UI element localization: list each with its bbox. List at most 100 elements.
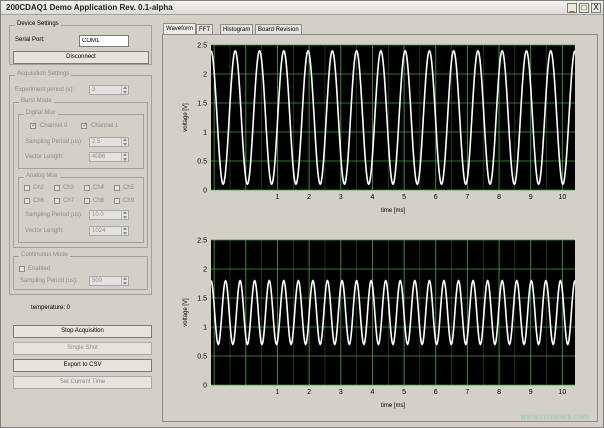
channel1-checkbox[interactable] xyxy=(81,121,88,129)
x-axis-label: time [ms] xyxy=(381,403,406,409)
analog-channel-label: Ch7 xyxy=(63,198,75,204)
spin-arrows-icon[interactable] xyxy=(121,211,128,219)
x-tick-label: 5 xyxy=(402,194,406,201)
digital-sampling-label: Sampling Period (us): xyxy=(25,139,83,145)
analog-sampling-value: 10.0 xyxy=(92,212,104,218)
channel0-checkbox[interactable] xyxy=(30,121,37,129)
analog-channel-checkbox-ch3[interactable] xyxy=(54,185,60,191)
y-tick-label: 2 xyxy=(203,72,207,79)
maximize-button[interactable]: □ xyxy=(579,3,589,13)
y-tick-label: 1.5 xyxy=(197,101,207,108)
analog-channel-label: Ch4 xyxy=(93,185,105,191)
serial-port-label: Serial Port: xyxy=(15,37,45,43)
continuous-sampling-label: Sampling Period (us): xyxy=(20,278,78,284)
x-tick-label: 1 xyxy=(276,194,280,201)
continuous-mode-label: Continuous Mode xyxy=(19,252,71,258)
digital-vector-value: 4096 xyxy=(92,154,106,160)
spin-arrows-icon[interactable] xyxy=(121,86,128,94)
x-tick-label: 6 xyxy=(434,389,438,396)
waveform-panel: 1 2 3 4 5 6 7 8 9 10 0 0.5 1 1.5 2 2.5 time [ms] voltage … xyxy=(162,34,598,422)
y-tick-label: 2.5 xyxy=(197,43,207,50)
waveform-chart-top: 1 2 3 4 5 6 7 8 9 10 0 0.5 1 1.5 2 2.5 time [ms] voltage … xyxy=(183,43,576,214)
analog-channel-label: Ch5 xyxy=(123,185,135,191)
spin-arrows-icon[interactable] xyxy=(121,153,128,161)
x-tick-label: 8 xyxy=(497,389,501,396)
analog-mux-label: Analog Mux xyxy=(24,173,60,179)
x-tick-label: 7 xyxy=(465,194,469,201)
x-tick-label: 5 xyxy=(402,389,406,396)
y-tick-label: 2 xyxy=(203,267,207,274)
spin-arrows-icon[interactable] xyxy=(121,227,128,235)
analog-channel-checkbox-ch7[interactable] xyxy=(54,198,60,204)
y-tick-label: 2.5 xyxy=(197,238,207,245)
channel1-label: Channel 1 xyxy=(91,123,119,129)
x-tick-label: 10 xyxy=(558,389,566,396)
y-axis-label: voltage [V] xyxy=(183,298,189,327)
analog-vector-value: 1024 xyxy=(92,228,106,234)
spin-arrows-icon[interactable] xyxy=(121,277,128,285)
analog-channel-checkbox-ch8[interactable] xyxy=(84,198,90,204)
analog-channel-checkbox-ch9[interactable] xyxy=(114,198,120,204)
watermark: www.cntronics.com xyxy=(520,412,589,421)
temperature-readout: temperature: 0 xyxy=(31,305,71,311)
analog-channel-checkbox-ch6[interactable] xyxy=(24,198,30,204)
y-tick-label: 0 xyxy=(203,383,207,390)
analog-channel-label: Ch9 xyxy=(123,198,135,204)
analog-vector-spinner[interactable]: 1024 xyxy=(89,226,129,236)
analog-sampling-label: Sampling Period (us): xyxy=(25,212,83,218)
export-csv-button[interactable]: Export to CSV xyxy=(13,359,152,372)
acquisition-settings-label: Acquisition Settings xyxy=(15,71,72,77)
analog-channel-checkbox-ch2[interactable] xyxy=(24,185,30,191)
app-window: 200CDAQ1 Demo Application Rev. 0.1-alpha… xyxy=(0,0,604,428)
experiment-period-spinner[interactable]: 3 xyxy=(89,85,129,95)
x-tick-label: 9 xyxy=(529,389,533,396)
x-tick-label: 2 xyxy=(307,194,311,201)
x-tick-label: 2 xyxy=(307,389,311,396)
single-shot-button[interactable]: Single Shot xyxy=(13,342,152,355)
digital-sampling-value: 2.5 xyxy=(92,139,101,145)
minimize-button[interactable]: _ xyxy=(567,3,577,13)
disconnect-button[interactable]: Disconnect xyxy=(13,51,149,64)
burst-mode-label: Burst Mode xyxy=(19,98,54,104)
close-button[interactable]: X xyxy=(591,3,601,13)
x-tick-label: 9 xyxy=(529,194,533,201)
y-tick-label: 0 xyxy=(203,188,207,195)
analog-vector-label: Vector Length: xyxy=(25,228,64,234)
waveform-chart-bottom: 1 2 3 4 5 6 7 8 9 10 0 0.5 1 1.5 2 2.5 time [ms] voltage … xyxy=(183,238,576,409)
analog-channel-label: Ch6 xyxy=(33,198,45,204)
digital-vector-spinner[interactable]: 4096 xyxy=(89,152,129,162)
digital-sampling-spinner[interactable]: 2.5 xyxy=(89,137,129,147)
x-tick-label: 4 xyxy=(370,389,374,396)
x-tick-label: 8 xyxy=(497,194,501,201)
continuous-sampling-spinner[interactable]: 500 xyxy=(89,276,129,286)
analog-channel-label: Ch3 xyxy=(63,185,75,191)
x-tick-label: 6 xyxy=(434,194,438,201)
analog-channel-label: Ch2 xyxy=(33,185,45,191)
digital-vector-label: Vector Length: xyxy=(25,154,64,160)
x-tick-label: 7 xyxy=(465,389,469,396)
spin-arrows-icon[interactable] xyxy=(121,138,128,146)
analog-channel-checkbox-ch5[interactable] xyxy=(114,185,120,191)
device-settings-label: Device Settings xyxy=(15,21,61,27)
stop-acquisition-button[interactable]: Stop Acquisition xyxy=(13,325,152,338)
set-current-time-button[interactable]: Set Current Time xyxy=(13,376,152,389)
continuous-sampling-value: 500 xyxy=(92,278,103,284)
x-tick-label: 1 xyxy=(276,389,280,396)
channel0-label: Channel 0 xyxy=(40,123,68,129)
serial-port-input[interactable] xyxy=(79,35,129,47)
x-tick-label: 4 xyxy=(370,194,374,201)
x-tick-label: 3 xyxy=(339,194,343,201)
title-bar[interactable]: 200CDAQ1 Demo Application Rev. 0.1-alpha… xyxy=(1,1,603,15)
y-tick-label: 0.5 xyxy=(197,354,207,361)
x-axis-label: time [ms] xyxy=(381,208,406,214)
y-tick-label: 1 xyxy=(203,130,207,137)
x-tick-label: 10 xyxy=(558,194,566,201)
analog-channel-checkbox-ch4[interactable] xyxy=(84,185,90,191)
continuous-enabled-label: Enabled xyxy=(28,266,51,272)
window-title: 200CDAQ1 Demo Application Rev. 0.1-alpha xyxy=(6,3,173,12)
analog-channel-label: Ch8 xyxy=(93,198,105,204)
y-axis-label: voltage [V] xyxy=(183,103,189,132)
x-tick-label: 3 xyxy=(339,389,343,396)
analog-sampling-spinner[interactable]: 10.0 xyxy=(89,210,129,220)
continuous-enabled-checkbox[interactable] xyxy=(19,266,25,272)
